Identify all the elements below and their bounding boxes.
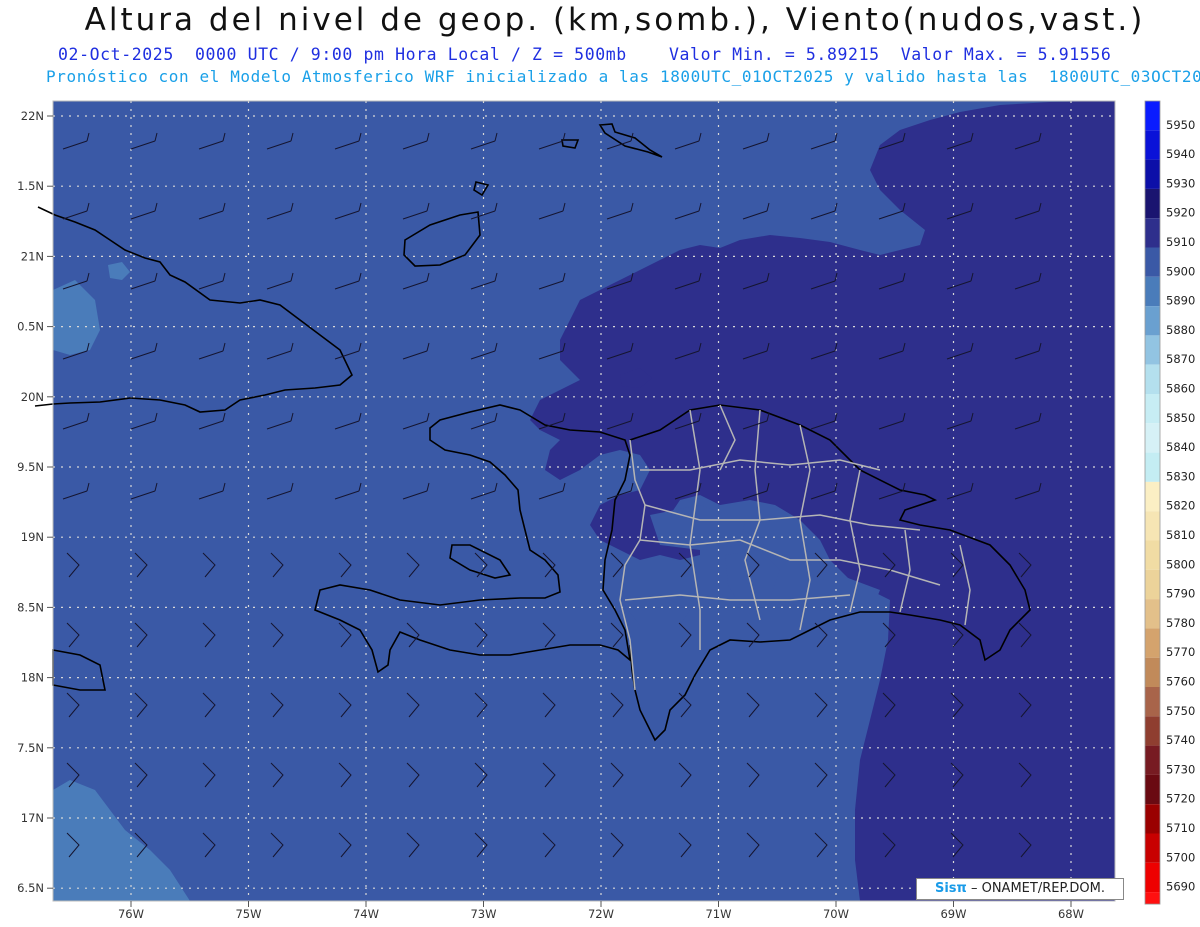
- legend-label: 5910: [1166, 235, 1195, 249]
- legend-label: 5950: [1166, 118, 1195, 132]
- legend-label: 5760: [1166, 675, 1195, 689]
- legend-label: 5820: [1166, 499, 1195, 513]
- lat-tick-label: 22N: [21, 109, 44, 123]
- legend-swatch: [1145, 276, 1160, 307]
- legend-swatch: [1145, 247, 1160, 277]
- legend-swatch: [1145, 394, 1160, 424]
- lat-tick-label: 21N: [21, 249, 44, 263]
- credit-brand: Sisπ: [934, 881, 967, 896]
- legend-swatch: [1145, 599, 1160, 629]
- legend-swatch: [1145, 774, 1160, 805]
- legend-swatch: [1145, 306, 1160, 336]
- legend-label: 5720: [1166, 792, 1195, 806]
- legend-swatch: [1145, 804, 1160, 834]
- legend-label: 5930: [1166, 176, 1195, 190]
- map-area: [34, 101, 1115, 901]
- lon-tick-label: 73W: [470, 907, 496, 921]
- legend-swatch: [1145, 218, 1160, 248]
- lat-tick-label: 17N: [21, 811, 44, 825]
- lat-tick-label: 1.5N: [17, 179, 44, 193]
- legend-label: 5900: [1166, 264, 1195, 278]
- legend-label: 5790: [1166, 587, 1195, 601]
- legend-swatch: [1145, 628, 1160, 658]
- legend-swatch: [1145, 687, 1160, 717]
- legend-swatch: [1145, 862, 1160, 893]
- legend-swatch: [1145, 745, 1160, 775]
- legend-label: 5870: [1166, 352, 1195, 366]
- legend-label: 5690: [1166, 880, 1195, 894]
- legend-swatch: [1145, 335, 1160, 365]
- legend-label: 5800: [1166, 557, 1195, 571]
- legend-label: 5770: [1166, 645, 1195, 659]
- legend-swatch: [1145, 481, 1160, 512]
- legend-swatch: [1145, 657, 1160, 687]
- lat-tick-label: 20N: [21, 390, 44, 404]
- credit-text: – ONAMET/REP.DOM.: [970, 881, 1105, 896]
- legend-swatch: [1145, 716, 1160, 746]
- legend-label: 5740: [1166, 733, 1195, 747]
- lon-tick-label: 76W: [118, 907, 144, 921]
- legend-label: 5940: [1166, 147, 1195, 161]
- latitude-axis: 22N 1.5N 21N 0.5N 20N 9.5N 19N 8.5N 18N 7.5N 17N 6.…: [17, 109, 53, 895]
- legend-swatch: [1145, 540, 1160, 570]
- lat-tick-label: 19N: [21, 530, 44, 544]
- lat-tick-label: 7.5N: [17, 741, 44, 755]
- lon-tick-label: 69W: [940, 907, 966, 921]
- legend-swatch: [1145, 423, 1160, 453]
- legend-swatch: [1145, 188, 1160, 219]
- legend-label: 5840: [1166, 440, 1195, 454]
- legend-swatch: [1145, 101, 1160, 131]
- legend-swatch: [1145, 452, 1160, 482]
- legend-swatch: [1145, 892, 1160, 905]
- legend-swatch: [1145, 364, 1160, 394]
- legend-label: 5830: [1166, 469, 1195, 483]
- legend-label: 5850: [1166, 411, 1195, 425]
- legend-label: 5920: [1166, 206, 1195, 220]
- credit-box: Sisπ – ONAMET/REP.DOM.: [916, 878, 1124, 900]
- map-figure: 22N 1.5N 21N 0.5N 20N 9.5N 19N 8.5N 18N 7.5N 17N 6.…: [17, 100, 1195, 921]
- lon-tick-label: 70W: [823, 907, 849, 921]
- lat-tick-label: 0.5N: [17, 320, 44, 334]
- legend-label: 5860: [1166, 382, 1195, 396]
- lat-tick-label: 8.5N: [17, 600, 44, 614]
- legend-swatch: [1145, 833, 1160, 863]
- lon-tick-label: 75W: [235, 907, 261, 921]
- legend-swatch: [1145, 130, 1160, 160]
- legend-label: 5730: [1166, 762, 1195, 776]
- lon-tick-label: 74W: [353, 907, 379, 921]
- legend-label: 5750: [1166, 704, 1195, 718]
- lat-tick-label: 9.5N: [17, 460, 44, 474]
- color-legend: 5950 5940 5930 5920 5910 5900 5890 5880 5870 5860…: [1144, 100, 1195, 905]
- legend-swatch: [1145, 569, 1160, 600]
- lat-tick-label: 18N: [21, 671, 44, 685]
- legend-label: 5710: [1166, 821, 1195, 835]
- legend-label: 5700: [1166, 850, 1195, 864]
- legend-swatch: [1145, 511, 1160, 541]
- lat-tick-label: 6.5N: [17, 881, 44, 895]
- legend-label: 5780: [1166, 616, 1195, 630]
- lon-tick-label: 68W: [1058, 907, 1084, 921]
- longitude-axis: 76W 75W 74W 73W 72W 71W 70W 69W 68W: [118, 901, 1084, 921]
- legend-label: 5810: [1166, 528, 1195, 542]
- lon-tick-label: 71W: [705, 907, 731, 921]
- legend-swatch: [1145, 159, 1160, 189]
- legend-label: 5890: [1166, 294, 1195, 308]
- lon-tick-label: 72W: [588, 907, 614, 921]
- legend-label: 5880: [1166, 323, 1195, 337]
